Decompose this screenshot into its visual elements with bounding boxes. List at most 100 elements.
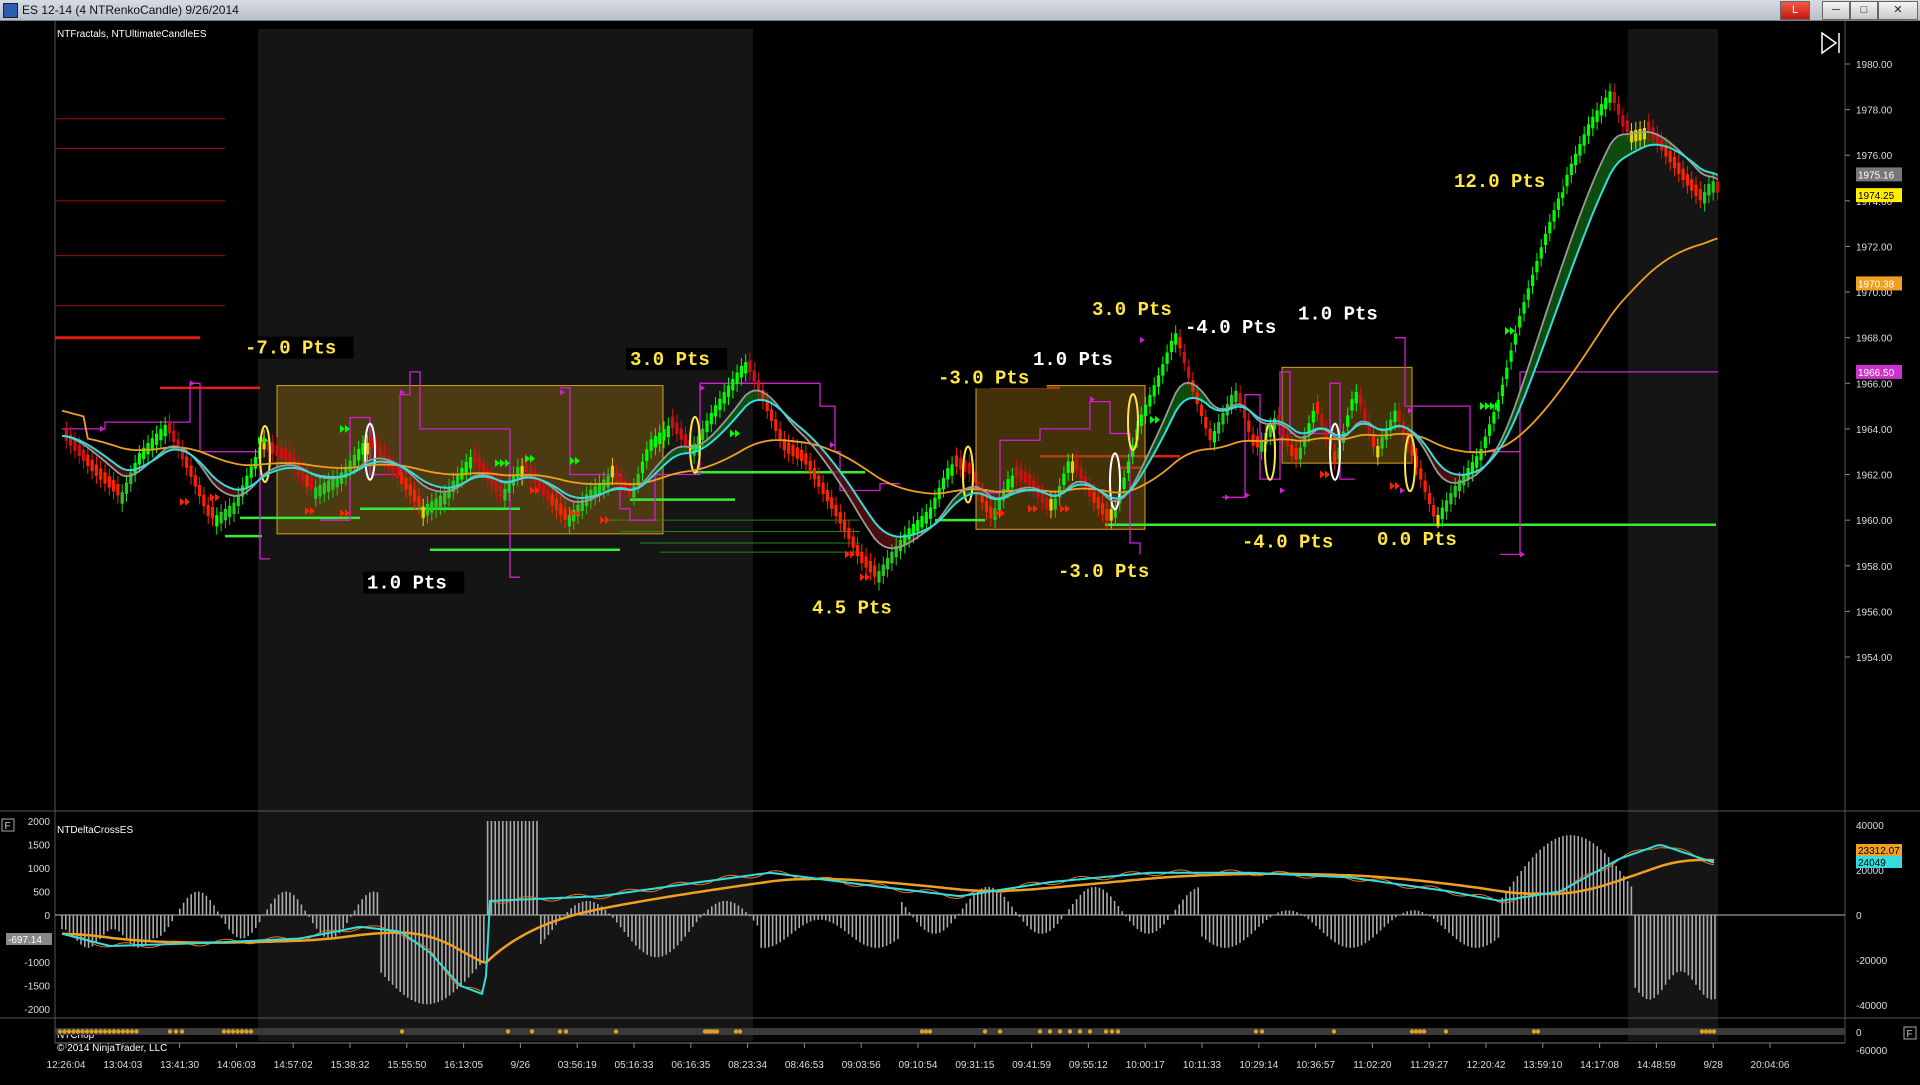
chop-dot	[1699, 1029, 1705, 1034]
candle-body	[219, 512, 223, 524]
chop-dot	[714, 1029, 720, 1034]
signal-arrow	[1320, 470, 1330, 479]
candle-body	[103, 472, 107, 484]
price-tick-label: 1962.00	[1856, 471, 1893, 482]
candle-body	[1187, 367, 1191, 379]
candle-body	[967, 462, 971, 475]
candle-body	[1397, 410, 1401, 422]
candle-body	[477, 457, 481, 469]
candle-body	[1316, 402, 1320, 414]
candle-body	[907, 528, 911, 540]
candle-body	[378, 446, 382, 458]
candle-body	[1625, 120, 1629, 132]
candle-body	[1260, 440, 1264, 452]
time-tick-label: 13:59:10	[1523, 1060, 1562, 1071]
candle-body	[1165, 352, 1169, 364]
time-tick-label: 14:17:08	[1580, 1060, 1619, 1071]
candle-body	[1591, 116, 1595, 129]
delta-axis-label: 1500	[28, 841, 51, 852]
candle-body	[284, 449, 288, 461]
candle-body	[1638, 128, 1642, 141]
chop-dot	[57, 1029, 63, 1034]
maximize-button[interactable]: □	[1850, 1, 1878, 20]
chop-dot	[71, 1029, 76, 1034]
time-tick-label: 13:04:03	[103, 1060, 142, 1071]
candle-body	[305, 475, 309, 487]
chop-dot	[89, 1029, 94, 1034]
candle-body	[864, 556, 868, 568]
candle-body	[1178, 336, 1182, 349]
signal-arrow	[860, 573, 870, 582]
chop-dot	[529, 1029, 535, 1034]
candle-body	[1526, 288, 1530, 300]
chart-area[interactable]: NTFractals, NTUltimateCandleES NTDeltaCr…	[0, 21, 1920, 1080]
candle-body	[847, 527, 851, 540]
candle-body	[787, 442, 791, 454]
candle-body	[1393, 410, 1397, 423]
candle-body	[752, 370, 756, 382]
candle-body	[1156, 375, 1161, 387]
time-tick-label: 15:38:32	[331, 1060, 370, 1071]
candle-body	[1543, 233, 1548, 246]
chop-dot	[244, 1029, 249, 1034]
price-markers: 1975.16 1974.25 1970.38 1966.50	[1856, 167, 1902, 379]
candle-body	[873, 565, 877, 577]
link-button[interactable]: L	[1780, 1, 1810, 20]
candle-body	[421, 506, 425, 519]
candle-body	[249, 466, 253, 478]
chop-dot	[66, 1029, 72, 1034]
candle-body	[348, 460, 352, 473]
delta-axis-label: 500	[33, 888, 50, 899]
candle-body	[223, 508, 227, 521]
candle-body	[1217, 422, 1221, 434]
chop-dot	[1047, 1029, 1053, 1034]
candle-body	[877, 571, 881, 583]
candle-body	[1599, 104, 1603, 116]
chop-dot	[179, 1029, 185, 1034]
candle-body	[163, 424, 167, 437]
price-marker-label: 1975.16	[1858, 170, 1895, 181]
candle-body	[1707, 183, 1711, 196]
chop-dot	[107, 1029, 112, 1034]
time-tick-label: 16:13:05	[444, 1060, 483, 1071]
candle-body	[150, 438, 154, 450]
candle-body	[1152, 385, 1156, 397]
delta-marker-label: 23312.07	[1858, 846, 1900, 857]
candle-body	[1634, 129, 1638, 142]
window-titlebar: ES 12-14 (4 NTRenkoCandle) 9/26/2014 L ─…	[0, 0, 1920, 21]
candle-body	[1681, 168, 1685, 180]
candle-body	[1552, 210, 1556, 222]
chop-dot	[167, 1029, 173, 1034]
close-button[interactable]: ✕	[1878, 1, 1918, 20]
stop-marker	[1400, 487, 1405, 494]
chop-dot	[1409, 1029, 1415, 1034]
ribbon-segment	[1622, 134, 1628, 159]
candle-body	[232, 502, 236, 515]
stop-marker	[1520, 551, 1525, 558]
candle-body	[1617, 103, 1621, 115]
candle-body	[185, 456, 189, 468]
minimize-button[interactable]: ─	[1822, 1, 1850, 20]
scroll-to-end-icon[interactable]	[1821, 31, 1840, 55]
time-tick-label: 06:16:35	[671, 1060, 710, 1071]
trade-result-label: -4.0 Pts	[1185, 317, 1276, 339]
candle-body	[997, 498, 1001, 511]
trade-result-label: -7.0 Pts	[245, 338, 336, 360]
svg-text:F: F	[5, 821, 11, 832]
candle-body	[1122, 477, 1126, 489]
time-tick-label: 14:48:59	[1637, 1060, 1676, 1071]
candle-body	[1062, 473, 1066, 486]
delta-indicator-label: NTDeltaCrossES	[57, 825, 133, 836]
candle-body	[1715, 181, 1720, 193]
candle-body	[314, 487, 318, 499]
candle-body	[408, 484, 412, 496]
candle-body	[924, 512, 928, 524]
candle-body	[120, 492, 124, 504]
candle-body	[1440, 507, 1444, 520]
chop-dot	[248, 1029, 254, 1034]
candle-body	[1419, 468, 1423, 480]
candle-body	[1247, 420, 1251, 432]
candle-body	[77, 444, 81, 456]
price-tick-label: 1956.00	[1856, 607, 1893, 618]
delta-axis-label: 1000	[28, 864, 51, 875]
